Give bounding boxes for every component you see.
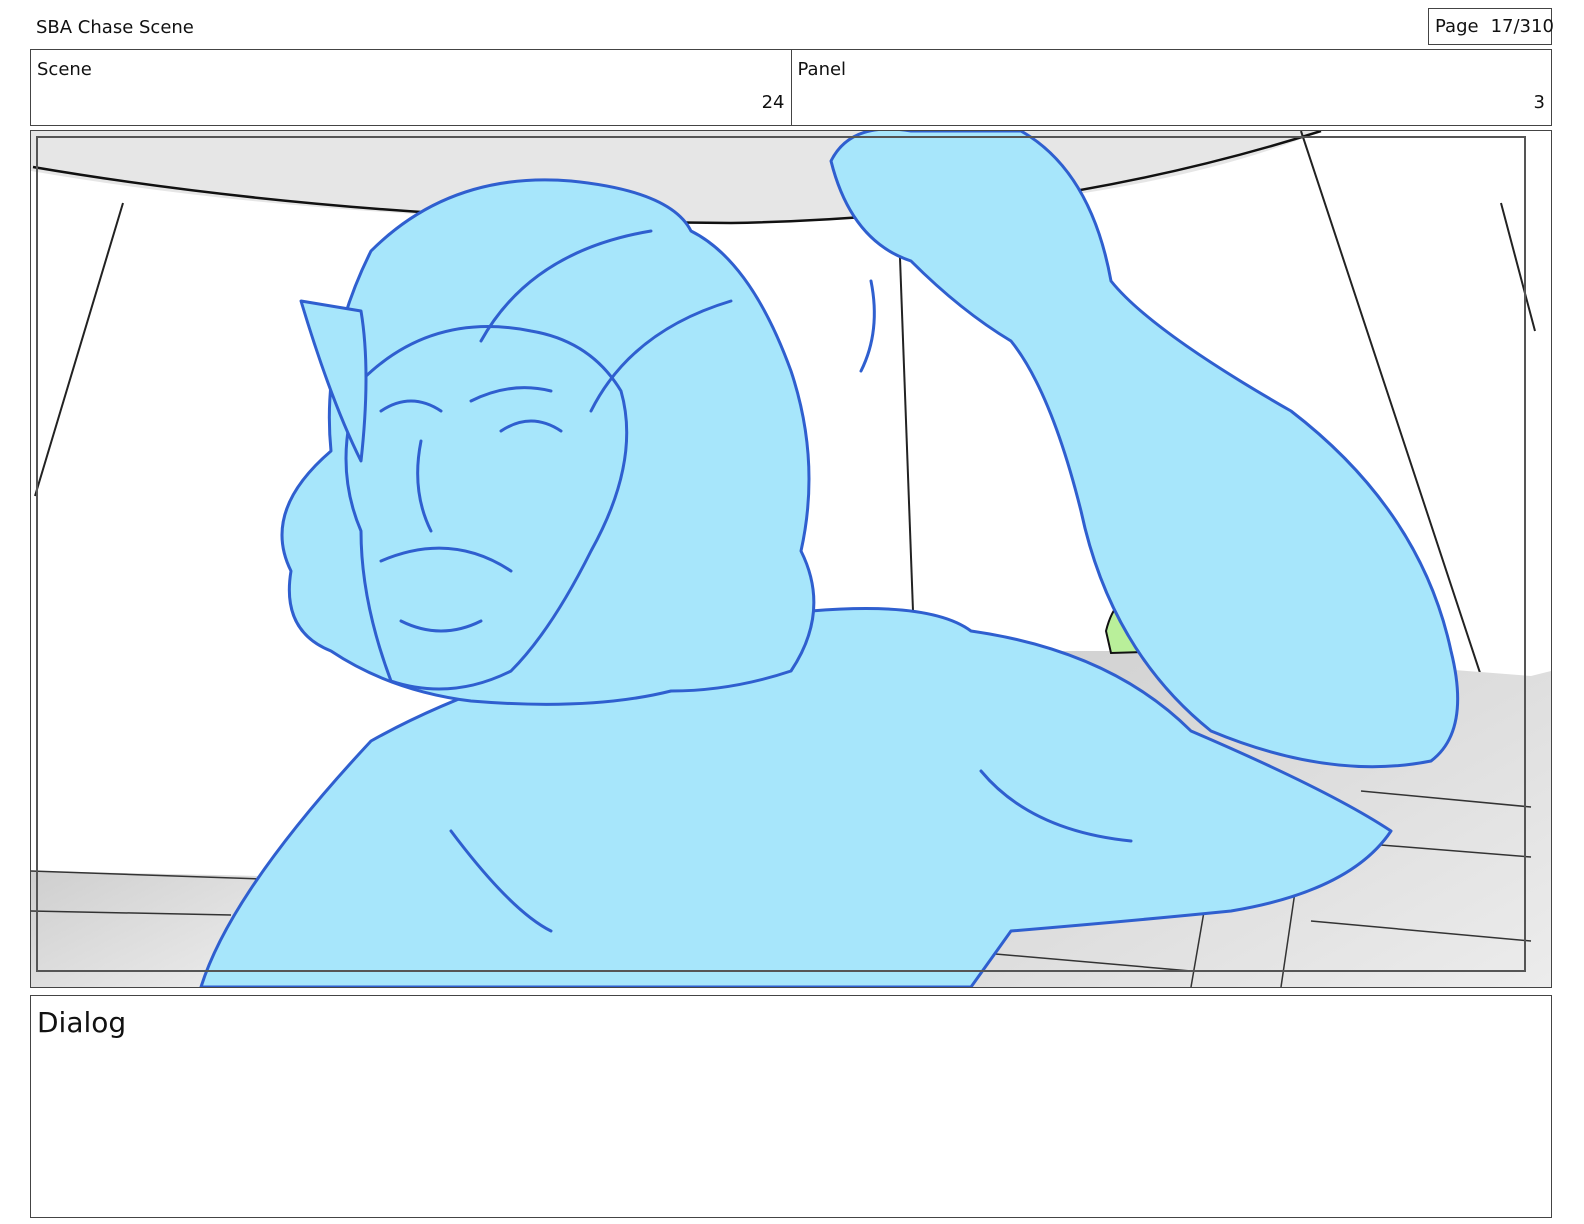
page-number: 17/310: [1490, 16, 1554, 37]
panel-number: 3: [1533, 92, 1545, 113]
scene-panel-info-row: Scene 24 Panel 3: [30, 49, 1552, 126]
document-title: SBA Chase Scene: [36, 17, 194, 38]
storyboard-panel-frame: [30, 130, 1552, 988]
panel-cell: Panel 3: [790, 50, 1552, 125]
scene-cell: Scene 24: [31, 50, 791, 125]
dialog-label: Dialog: [37, 1006, 127, 1039]
storyboard-panel-drawing: [31, 131, 1551, 987]
page-label: Page: [1435, 16, 1479, 37]
page-indicator: Page 17/310: [1428, 8, 1554, 45]
storyboard-page: SBA Chase Scene Page 17/310 Scene 24 Pane…: [0, 0, 1584, 1224]
panel-label: Panel: [797, 59, 847, 80]
scene-number: 24: [761, 92, 785, 113]
dialog-box: Dialog: [30, 995, 1552, 1218]
scene-label: Scene: [37, 59, 92, 80]
